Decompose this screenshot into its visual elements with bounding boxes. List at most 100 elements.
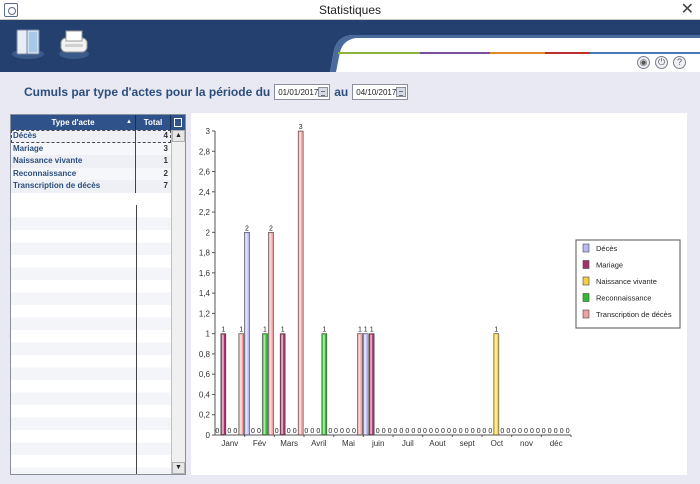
x-tick-label: Oct [491, 439, 504, 448]
y-tick-label: 1,8 [199, 249, 211, 258]
data-label: 0 [530, 428, 534, 435]
y-tick-label: 1,6 [199, 269, 211, 278]
y-tick-label: 2,8 [199, 147, 211, 156]
bar-highlight [269, 233, 272, 434]
table-row[interactable]: Transcription de décès 7 [11, 180, 171, 193]
data-label: 0 [257, 428, 261, 435]
bar-highlight [239, 334, 242, 434]
period-to-label: au [334, 85, 349, 99]
x-tick-label: Juil [402, 439, 414, 448]
data-label: 0 [328, 428, 332, 435]
x-tick-label: sept [460, 439, 476, 448]
legend-label: Transcription de décès [596, 310, 672, 319]
bar-highlight [263, 334, 266, 434]
x-tick-label: Avril [311, 439, 327, 448]
data-label: 0 [554, 428, 558, 435]
data-label: 0 [459, 428, 463, 435]
printer-icon[interactable] [56, 26, 92, 60]
cell-type: Mariage [11, 142, 136, 155]
column-header-type[interactable]: Type d'acte ▲ [11, 115, 136, 130]
bar-highlight [370, 334, 373, 434]
table-row[interactable]: Décès 4 [11, 130, 171, 143]
data-label: 0 [429, 428, 433, 435]
data-label: 0 [536, 428, 540, 435]
calendar-icon[interactable] [396, 87, 407, 97]
cell-type: Naissance vivante [11, 155, 136, 168]
book-icon[interactable] [10, 24, 46, 60]
date-from-value: 01/01/2017 [278, 88, 319, 97]
bar-highlight [364, 334, 367, 434]
data-label: 0 [352, 428, 356, 435]
table-row[interactable]: Naissance vivante 1 [11, 155, 171, 168]
data-label: 0 [482, 428, 486, 435]
data-label: 1 [221, 327, 225, 334]
x-tick-label: déc [550, 439, 563, 448]
sort-asc-icon[interactable]: ▲ [126, 115, 132, 130]
data-label: 0 [506, 428, 510, 435]
table-scrollbar[interactable]: ▲ ▼ [171, 130, 185, 474]
column-header-total[interactable]: Total [136, 115, 171, 130]
table-header: Type d'acte ▲ Total [11, 115, 185, 130]
data-label: 1 [358, 327, 362, 334]
data-label: 0 [334, 428, 338, 435]
cell-total: 4 [163, 131, 168, 140]
date-to-value: 04/10/2017 [356, 88, 397, 97]
data-label: 0 [435, 428, 439, 435]
calendar-icon[interactable] [318, 87, 329, 97]
data-label: 0 [465, 428, 469, 435]
data-label: 1 [239, 327, 243, 334]
table-row[interactable]: Reconnaissance 2 [11, 167, 171, 180]
table-row[interactable]: Mariage 3 [11, 142, 171, 155]
date-to-field[interactable]: 04/10/2017 [352, 84, 409, 100]
data-label: 0 [488, 428, 492, 435]
scroll-up-arrow-icon[interactable]: ▲ [172, 130, 185, 142]
period-header: Cumuls par type d'actes pour la période … [24, 83, 412, 101]
banner-background [0, 20, 700, 72]
data-label: 0 [233, 428, 237, 435]
table-body: Décès 4 Mariage 3 Naissance vivante 1 Re… [11, 130, 171, 474]
table-empty-area [11, 205, 171, 474]
power-icon[interactable]: ⏻ [655, 56, 668, 69]
data-label: 0 [382, 428, 386, 435]
data-label: 0 [548, 428, 552, 435]
data-label: 1 [364, 327, 368, 334]
bar-highlight [299, 132, 302, 434]
data-label: 0 [293, 428, 297, 435]
data-label: 0 [512, 428, 516, 435]
bar-highlight [281, 334, 284, 434]
bar-highlight [245, 233, 248, 434]
date-from-field[interactable]: 01/01/2017 [274, 84, 331, 100]
window-titlebar: Statistiques ✕ [0, 0, 700, 20]
data-label: 0 [340, 428, 344, 435]
scroll-down-arrow-icon[interactable]: ▼ [172, 462, 185, 474]
data-label: 0 [441, 428, 445, 435]
eye-icon[interactable]: ◉ [637, 56, 650, 69]
data-label: 0 [275, 428, 279, 435]
data-label: 0 [316, 428, 320, 435]
data-label: 0 [560, 428, 564, 435]
x-tick-label: Mai [342, 439, 355, 448]
data-label: 0 [417, 428, 421, 435]
cell-total: 7 [163, 181, 168, 190]
data-label: 1 [322, 327, 326, 334]
legend-label: Reconnaissance [596, 294, 651, 303]
help-icon[interactable]: ? [673, 56, 686, 69]
data-label: 1 [281, 327, 285, 334]
close-button[interactable]: ✕ [681, 0, 694, 20]
data-label: 2 [269, 225, 273, 232]
y-tick-label: 3 [206, 127, 211, 136]
legend-swatch [582, 243, 590, 253]
data-label: 0 [310, 428, 314, 435]
y-tick-label: 2,2 [199, 208, 211, 217]
bar-highlight [494, 334, 497, 434]
column-chooser-icon[interactable] [171, 115, 185, 130]
data-label: 0 [518, 428, 522, 435]
data-label: 0 [423, 428, 427, 435]
data-label: 0 [393, 428, 397, 435]
y-tick-label: 0,8 [199, 350, 211, 359]
data-label: 0 [287, 428, 291, 435]
bar-highlight [221, 334, 224, 434]
data-label: 0 [471, 428, 475, 435]
legend-label: Décès [596, 244, 618, 253]
data-label: 1 [263, 327, 267, 334]
